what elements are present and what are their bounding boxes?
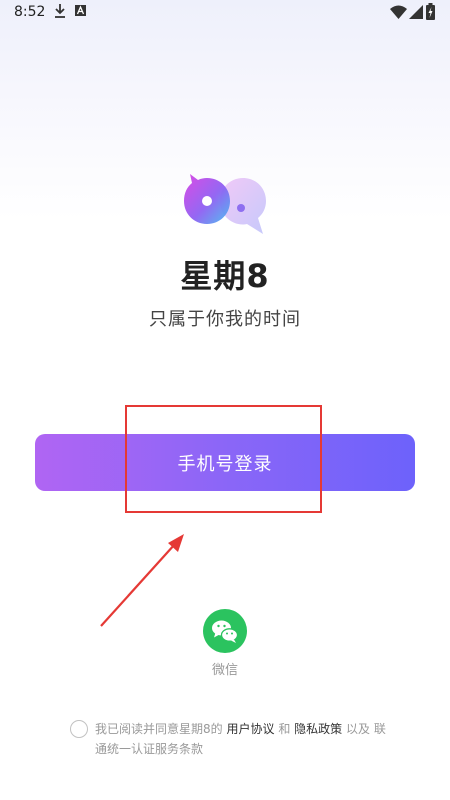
status-time: 8:52 <box>14 4 46 20</box>
privacy-policy-link[interactable]: 隐私政策 <box>294 722 342 736</box>
a-notification-icon <box>75 5 86 16</box>
app-slogan: 只属于你我的时间 <box>149 309 301 330</box>
chat-bubbles-logo-icon <box>184 174 266 234</box>
status-bar: 8:52 <box>0 0 450 26</box>
annotation-arrow-icon <box>100 534 184 627</box>
signal-icon <box>409 5 423 19</box>
download-icon <box>55 4 65 18</box>
agreement-text-and: 和 <box>278 722 291 736</box>
agreement-text-part: 我已阅读并同意星期8的 <box>95 722 223 736</box>
wifi-icon <box>390 5 407 19</box>
app-name: 星期8 <box>180 257 270 295</box>
battery-charging-icon <box>426 3 435 20</box>
wechat-icon[interactable] <box>203 609 247 653</box>
wechat-login-label: 微信 <box>211 663 238 678</box>
agreement-checkbox[interactable] <box>70 720 88 738</box>
annotation-highlight-box <box>125 405 322 513</box>
agreement-text: 我已阅读并同意星期8的 用户协议 和 隐私政策 以及 联通统一认证服务条款 <box>95 719 395 759</box>
user-agreement-link[interactable]: 用户协议 <box>226 722 274 736</box>
